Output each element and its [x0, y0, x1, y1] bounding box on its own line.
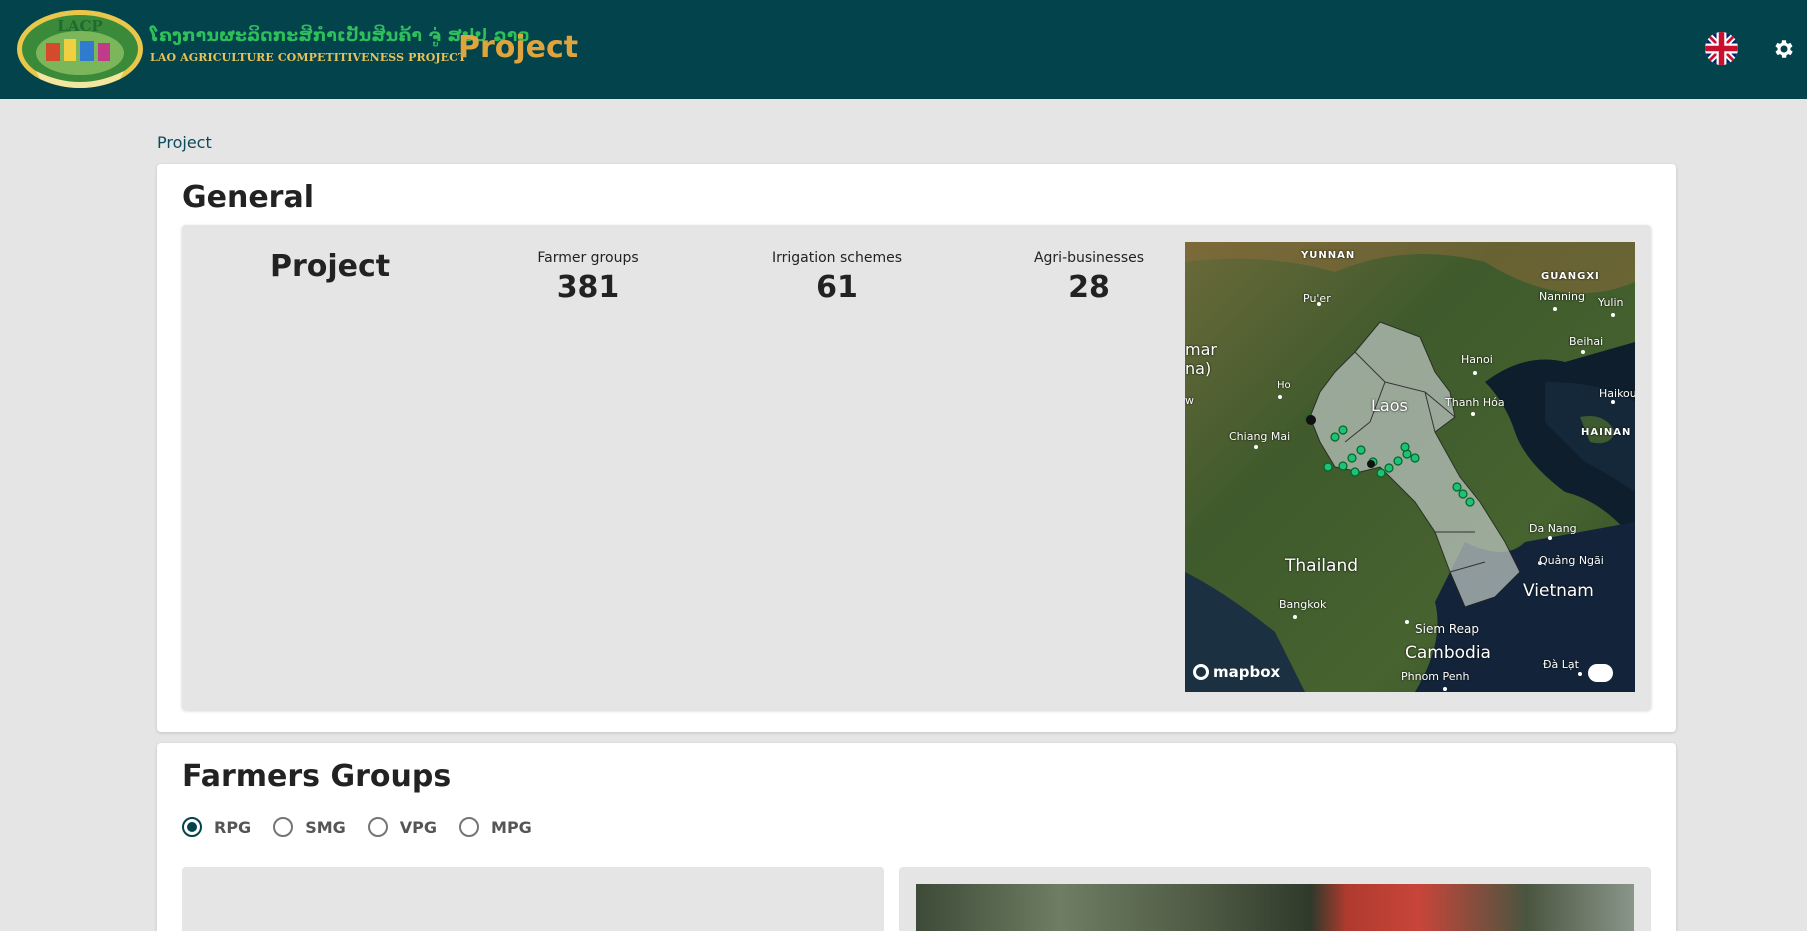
logo-english-text: LAO AGRICULTURE COMPETITIVENESS PROJECT	[150, 51, 467, 64]
mapbox-icon	[1193, 664, 1209, 680]
radio-vpg[interactable]: VPG	[367, 817, 438, 837]
map-label-thanh-hoa: Thanh Hóa	[1445, 396, 1505, 409]
map-canvas[interactable]	[1185, 242, 1635, 692]
stat-label: Irrigation schemes	[771, 250, 903, 266]
radio-rpg[interactable]: RPG	[182, 817, 251, 837]
logo-lao-text: ໂຄງການຜະລິດກະສິກຳເປັນສິນຄ້າ ຈູ່ ສປປ ລາວ	[150, 26, 530, 46]
radio-checked-icon[interactable]	[182, 817, 202, 837]
radio-smg[interactable]: SMG	[273, 817, 346, 837]
map-label-hanoi: Hanoi	[1461, 353, 1493, 366]
mapbox-text: mapbox	[1213, 663, 1281, 681]
map-label-ho: Ho	[1277, 380, 1291, 391]
radio-unchecked-icon[interactable]	[459, 817, 480, 837]
map-label-siem-reap: Siem Reap	[1415, 622, 1479, 636]
radio-unchecked-icon[interactable]	[367, 817, 388, 837]
farmers-groups-card: Farmers Groups RPG SMG VPG MPG	[157, 743, 1676, 931]
stat-label: Agri-businesses	[1033, 250, 1145, 266]
general-heading: General	[182, 180, 314, 215]
stat-irrigation-schemes: Irrigation schemes 61	[737, 250, 937, 305]
map-label-phnom-penh: Phnom Penh	[1401, 670, 1470, 683]
map-label-beihai: Beihai	[1569, 335, 1604, 348]
stat-label: Farmer groups	[537, 250, 639, 266]
uk-flag-icon[interactable]	[1705, 32, 1738, 65]
top-app-bar: LACP ໂຄງການຜະລິດກະສິກຳເປັນສິນຄ້າ ຈູ່ ສປປ…	[0, 0, 1807, 99]
logo-text: ໂຄງການຜະລິດກະສິກຳເປັນສິນຄ້າ ຈູ່ ສປປ ລາວ …	[150, 26, 530, 64]
map-label-laos: Laos	[1371, 396, 1408, 415]
farmers-stats-panel	[182, 867, 884, 931]
map-label-da-nang: Da Nang	[1529, 522, 1577, 535]
map-label-hainan: HAINAN	[1581, 427, 1632, 438]
stat-value: 28	[1068, 270, 1110, 305]
group-type-radio-group: RPG SMG VPG MPG	[182, 817, 554, 837]
map-label-vietnam: Vietnam	[1523, 581, 1594, 601]
radio-label: MPG	[491, 817, 532, 837]
radio-unchecked-icon[interactable]	[273, 817, 294, 837]
app-title: Project	[458, 30, 579, 65]
project-map[interactable]: YUNNAN GUANGXI Pu'er Nanning Yulin Beiha…	[1185, 242, 1635, 692]
map-label-nanning: Nanning	[1539, 290, 1585, 303]
map-label-thailand: Thailand	[1285, 556, 1359, 576]
map-label-yunnan: YUNNAN	[1301, 250, 1356, 261]
radio-label: VPG	[399, 817, 438, 837]
map-label-cambodia: Cambodia	[1405, 643, 1491, 663]
lacp-logo-emblem-icon[interactable]: LACP	[16, 9, 145, 89]
attribution-toggle-button[interactable]	[1588, 664, 1613, 682]
map-label-myanmar: mar	[1185, 340, 1217, 359]
general-card: General Project Farmer groups 381 Irriga…	[157, 164, 1676, 732]
stat-farmer-groups: Farmer groups 381	[488, 250, 688, 305]
stat-value: 61	[816, 270, 858, 305]
farmers-photo-panel	[899, 867, 1651, 931]
gear-icon[interactable]	[1772, 37, 1796, 61]
radio-label: RPG	[214, 817, 252, 837]
map-label-myanmar-2: na)	[1185, 359, 1212, 378]
general-panel: Project Farmer groups 381 Irrigation sch…	[182, 225, 1651, 710]
project-label: Project	[270, 249, 391, 284]
map-label-w: w	[1185, 394, 1194, 407]
map-label-guangxi: GUANGXI	[1541, 271, 1600, 282]
breadcrumb[interactable]: Project	[157, 133, 212, 152]
map-label-quang-ngai: Quảng Ngãi	[1539, 554, 1604, 567]
farmers-photo	[916, 884, 1634, 931]
map-label-da-lat: Đà Lạt	[1543, 658, 1579, 671]
radio-mpg[interactable]: MPG	[459, 817, 532, 837]
mapbox-logo[interactable]: mapbox	[1193, 663, 1280, 681]
logo-badge-text: LACP	[57, 17, 102, 35]
map-label-chiang-mai: Chiang Mai	[1229, 430, 1291, 443]
map-label-puer: Pu'er	[1303, 292, 1331, 305]
farmers-groups-heading: Farmers Groups	[182, 759, 452, 794]
map-label-yulin: Yulin	[1598, 296, 1624, 309]
map-label-haikou: Haikou	[1599, 387, 1635, 400]
stat-value: 381	[556, 270, 620, 305]
radio-label: SMG	[305, 817, 346, 837]
map-label-bangkok: Bangkok	[1279, 598, 1327, 611]
stat-agri-businesses: Agri-businesses 28	[989, 250, 1189, 305]
